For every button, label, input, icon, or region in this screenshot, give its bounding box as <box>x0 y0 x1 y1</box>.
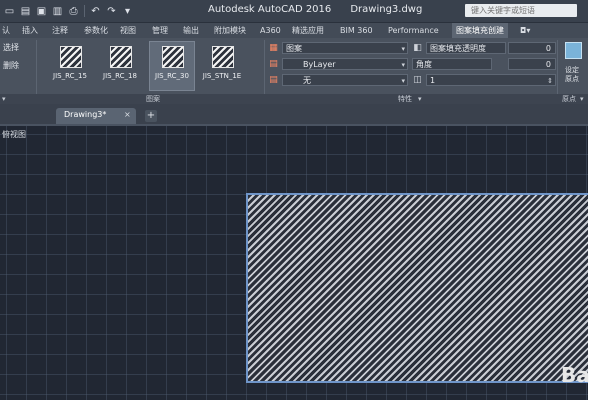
hatch-swatch-icon <box>162 46 184 68</box>
scale-icon: ◫ <box>413 75 422 85</box>
hatch-type-select[interactable]: 图案 ▾ <box>282 42 408 54</box>
watermark-logo: Ba <box>561 363 590 387</box>
tab-addins[interactable]: 附加模块 <box>214 23 246 38</box>
background-color-row: ▤ 无 ▾ <box>268 74 408 87</box>
pattern-jis-rc-18[interactable]: JIS_RC_18 <box>98 42 142 90</box>
redo-icon[interactable]: ↷ <box>104 4 119 19</box>
hatch-color-select[interactable]: ByLayer ▾ <box>282 58 408 70</box>
tab-default[interactable]: 认 <box>2 23 10 38</box>
window-title: Autodesk AutoCAD 2016 Drawing3.dwg <box>208 4 423 15</box>
quick-access-toolbar: ▭ ▤ ▣ ▥ ⎙ ↶ ↷ ▾ <box>2 3 135 19</box>
pattern-label: JIS_STN_1E <box>202 72 242 80</box>
drawing-canvas[interactable]: 俯视图 <box>0 126 588 400</box>
pattern-panel-label: 图案 <box>146 95 160 103</box>
hatch-type-value: 图案 <box>286 44 302 53</box>
panel-divider <box>264 40 265 94</box>
autocad-window: ▭ ▤ ▣ ▥ ⎙ ↶ ↷ ▾ Autodesk AutoCAD 2016 Dr… <box>0 0 588 400</box>
document-tab[interactable]: Drawing3* × <box>56 108 136 124</box>
dropdown-icon[interactable]: ▾ <box>120 4 135 19</box>
transparency-input[interactable]: 0 <box>508 42 556 54</box>
tab-output[interactable]: 输出 <box>183 23 199 38</box>
hatch-color-row: ▤ ByLayer ▾ <box>268 58 408 71</box>
tab-a360[interactable]: A360 <box>260 23 281 38</box>
pattern-label: JIS_RC_30 <box>155 72 189 80</box>
undo-icon[interactable]: ↶ <box>88 4 103 19</box>
document-tab-bar: Drawing3* × + <box>0 104 588 126</box>
ribbon-tab-bar: 认 插入 注释 参数化 视图 管理 输出 附加模块 A360 精选应用 BIM … <box>0 23 588 38</box>
background-color-value: 无 <box>303 76 311 85</box>
scale-value: 1 <box>430 76 436 85</box>
chevron-down-icon: ▾ <box>401 77 405 85</box>
print-icon[interactable]: ⎙ <box>66 4 81 19</box>
hatch-swatch-icon <box>60 46 82 68</box>
angle-row: 角度 0 <box>412 58 556 71</box>
origin-panel-label[interactable]: 原点 <box>562 94 576 104</box>
pattern-label: JIS_RC_15 <box>53 72 87 80</box>
hatch-type-icon: ▦ <box>269 43 278 53</box>
spinner-icon: ⇕ <box>547 77 553 85</box>
hatch-swatch-icon <box>110 46 132 68</box>
hatch-rectangle[interactable] <box>246 193 588 383</box>
new-tab-button[interactable]: + <box>145 110 157 122</box>
hatch-color-icon: ▤ <box>269 59 278 69</box>
set-origin-label: 设定 原点 <box>565 66 579 83</box>
properties-panel-label[interactable]: 特性 <box>398 94 412 104</box>
chevron-down-icon: ▾ <box>401 45 405 53</box>
document-tab-label: Drawing3* <box>64 110 107 119</box>
save-icon[interactable]: ▣ <box>34 4 49 19</box>
tab-hatch-creation[interactable]: 图案填充创建 <box>452 23 508 38</box>
transparency-label: 图案填充透明度 <box>426 42 506 54</box>
transparency-icon: ◧ <box>413 43 422 53</box>
panel-divider <box>36 40 37 94</box>
tab-manage[interactable]: 管理 <box>152 23 168 38</box>
scale-row: ◫ 1 ⇕ <box>412 74 556 87</box>
tab-annotate[interactable]: 注释 <box>52 23 68 38</box>
ribbon-panel: 选择 删除 JIS_RC_15 JIS_RC_18 JIS_RC_30 JIS_… <box>0 38 588 104</box>
origin-icon <box>565 42 582 59</box>
transparency-row: ◧ 图案填充透明度 0 <box>412 42 556 55</box>
search-input[interactable] <box>471 4 573 17</box>
tab-bim360[interactable]: BIM 360 <box>340 23 373 38</box>
close-icon[interactable]: × <box>124 110 131 119</box>
boundary-panel-arrow-icon[interactable]: ▾ <box>2 94 6 104</box>
hatch-color-value: ByLayer <box>303 60 336 69</box>
pattern-jis-rc-30[interactable]: JIS_RC_30 <box>149 41 195 91</box>
background-color-icon: ▤ <box>269 75 278 85</box>
tab-parametric[interactable]: 参数化 <box>84 23 108 38</box>
toolbar-divider <box>84 5 85 17</box>
viewport-label[interactable]: 俯视图 <box>2 129 26 140</box>
set-origin-button[interactable]: 设定 原点 <box>558 40 586 92</box>
angle-label: 角度 <box>412 58 492 70</box>
save-as-icon[interactable]: ▥ <box>50 4 65 19</box>
search-box[interactable] <box>465 4 577 17</box>
angle-input[interactable]: 0 <box>508 58 556 70</box>
pattern-jis-stn-1e[interactable]: JIS_STN_1E <box>200 42 244 90</box>
chevron-down-icon[interactable]: ▾ <box>580 94 584 104</box>
hatch-swatch-icon <box>212 46 234 68</box>
chevron-down-icon[interactable]: ▾ <box>418 94 422 104</box>
select-button[interactable]: 选择 <box>3 42 19 53</box>
tab-view[interactable]: 视图 <box>120 23 136 38</box>
scale-input[interactable]: 1 ⇕ <box>426 74 556 86</box>
tab-performance[interactable]: Performance <box>388 23 439 38</box>
new-icon[interactable]: ▭ <box>2 4 17 19</box>
title-bar: ▭ ▤ ▣ ▥ ⎙ ↶ ↷ ▾ Autodesk AutoCAD 2016 Dr… <box>0 0 588 23</box>
tab-featured-apps[interactable]: 精选应用 <box>292 23 324 38</box>
pattern-jis-rc-15[interactable]: JIS_RC_15 <box>48 42 92 90</box>
ribbon-display-icon[interactable]: ◘▾ <box>520 26 540 36</box>
remove-button[interactable]: 删除 <box>3 60 19 71</box>
background-color-select[interactable]: 无 ▾ <box>282 74 408 86</box>
open-icon[interactable]: ▤ <box>18 4 33 19</box>
chevron-down-icon: ▾ <box>401 61 405 69</box>
ribbon-panel-labels: ▾ 图案 特性 ▾ 原点 ▾ <box>0 94 588 104</box>
tab-insert[interactable]: 插入 <box>22 23 38 38</box>
hatch-type-row: ▦ 图案 ▾ <box>268 42 408 55</box>
pattern-label: JIS_RC_18 <box>103 72 137 80</box>
